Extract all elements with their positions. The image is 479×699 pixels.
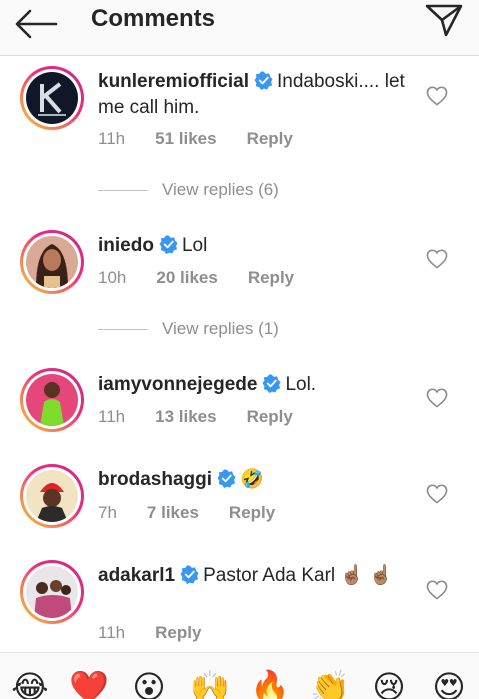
heart-icon[interactable] — [426, 86, 448, 106]
comment-meta: 11h 13 likes Reply — [98, 407, 293, 427]
heart-icon[interactable] — [426, 388, 448, 408]
emoji-fire-button[interactable]: 🔥 — [249, 667, 291, 699]
comment-body: Lol. — [285, 374, 317, 395]
emoji-laughing-button[interactable]: 😂 — [9, 667, 51, 699]
page-title: Comments — [91, 5, 216, 32]
avatar[interactable] — [20, 560, 84, 624]
verified-badge-icon — [262, 374, 281, 393]
comment-likes[interactable]: 7 likes — [147, 503, 199, 523]
heart-icon[interactable] — [426, 580, 448, 600]
comment-body: 🤣 — [240, 469, 264, 490]
reply-button[interactable]: Reply — [247, 129, 293, 149]
comment-meta: 11h 51 likes Reply — [98, 129, 293, 149]
comment-time: 11h — [98, 407, 126, 426]
reply-button[interactable]: Reply — [229, 503, 275, 523]
verified-badge-icon — [180, 565, 199, 584]
verified-badge-icon — [217, 469, 236, 488]
emoji-quick-bar: 😂 ❤️ 😮 🙌 🔥 👏 😢 😍 — [0, 652, 479, 699]
heart-icon[interactable] — [426, 484, 448, 504]
comment-username[interactable]: adakarl1 — [98, 565, 175, 586]
comment-meta: 7h 7 likes Reply — [98, 503, 275, 523]
comment-text: brodashaggi 🤣 — [98, 467, 418, 493]
verified-badge-icon — [159, 235, 178, 254]
comment-time: 11h — [98, 129, 126, 148]
divider — [98, 190, 148, 191]
comment-text: adakarl1 Pastor Ada Karl ☝🏽 ☝🏽 — [98, 563, 418, 589]
comment-likes[interactable]: 20 likes — [156, 268, 217, 288]
emoji-crying-button[interactable]: 😢 — [368, 667, 410, 699]
avatar[interactable] — [20, 230, 84, 294]
comment-text: kunleremiofficial Indaboski.... let me ca… — [98, 69, 418, 121]
paper-plane-icon[interactable] — [424, 3, 464, 37]
comment-time: 11h — [98, 623, 126, 642]
arrow-left-icon[interactable] — [14, 8, 58, 40]
emoji-heart-button[interactable]: ❤️ — [68, 667, 110, 699]
view-replies-button[interactable]: View replies (1) — [98, 319, 358, 341]
reply-button[interactable]: Reply — [247, 407, 293, 427]
emoji-raised-hands-button[interactable]: 🙌 — [189, 667, 231, 699]
comment-username[interactable]: kunleremiofficial — [98, 71, 249, 92]
comment-username[interactable]: brodashaggi — [98, 469, 212, 490]
comment-body: Pastor Ada Karl ☝🏽 ☝🏽 — [203, 565, 394, 586]
comment-meta: 11h Reply — [98, 623, 201, 643]
comment-meta: 10h 20 likes Reply — [98, 268, 294, 288]
comment-text: iamyvonnejegede Lol. — [98, 372, 418, 398]
reply-button[interactable]: Reply — [155, 623, 201, 643]
comment-likes[interactable]: 13 likes — [155, 407, 216, 427]
comment-text: iniedo Lol — [98, 233, 418, 259]
avatar[interactable] — [20, 66, 84, 130]
comment-username[interactable]: iniedo — [98, 235, 154, 256]
comment-likes[interactable]: 51 likes — [155, 129, 216, 149]
divider — [98, 329, 148, 330]
heart-icon[interactable] — [426, 249, 448, 269]
emoji-clap-button[interactable]: 👏 — [309, 667, 351, 699]
emoji-heart-eyes-button[interactable]: 😍 — [428, 667, 470, 699]
emoji-surprised-button[interactable]: 😮 — [128, 667, 170, 699]
header-bar: Comments — [0, 0, 479, 56]
comment-time: 7h — [98, 503, 117, 522]
comment-time: 10h — [98, 268, 127, 287]
avatar[interactable] — [20, 464, 84, 528]
reply-button[interactable]: Reply — [248, 268, 294, 288]
view-replies-label: View replies (1) — [162, 319, 279, 338]
view-replies-label: View replies (6) — [162, 180, 279, 199]
comment-username[interactable]: iamyvonnejegede — [98, 374, 257, 395]
comment-body: Lol — [181, 235, 208, 256]
avatar[interactable] — [20, 368, 84, 432]
verified-badge-icon — [254, 71, 273, 90]
view-replies-button[interactable]: View replies (6) — [98, 180, 358, 202]
